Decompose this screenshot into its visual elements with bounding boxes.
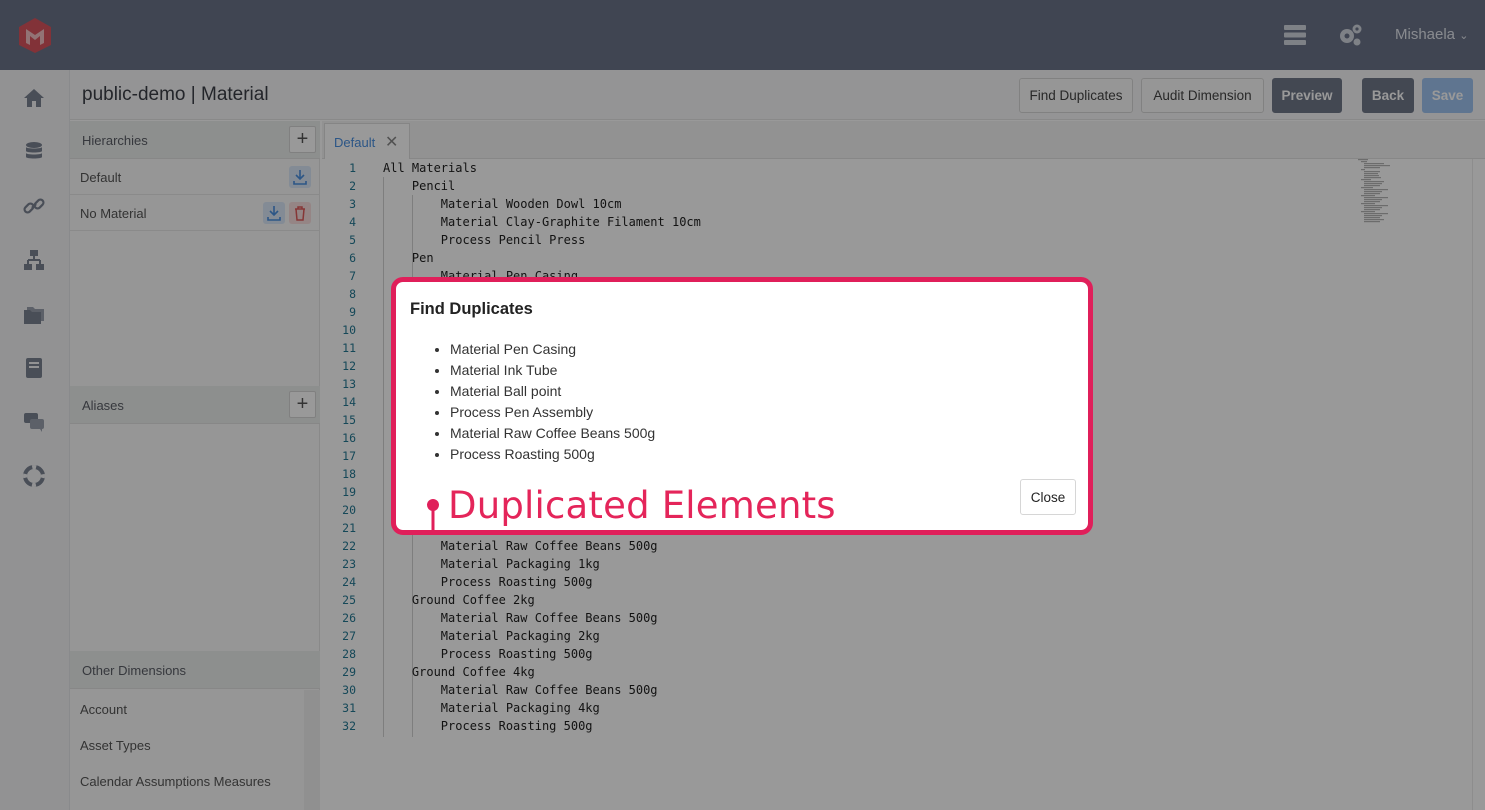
annotation-label: Duplicated Elements [448,484,836,527]
annotation-pin-icon [427,499,439,532]
